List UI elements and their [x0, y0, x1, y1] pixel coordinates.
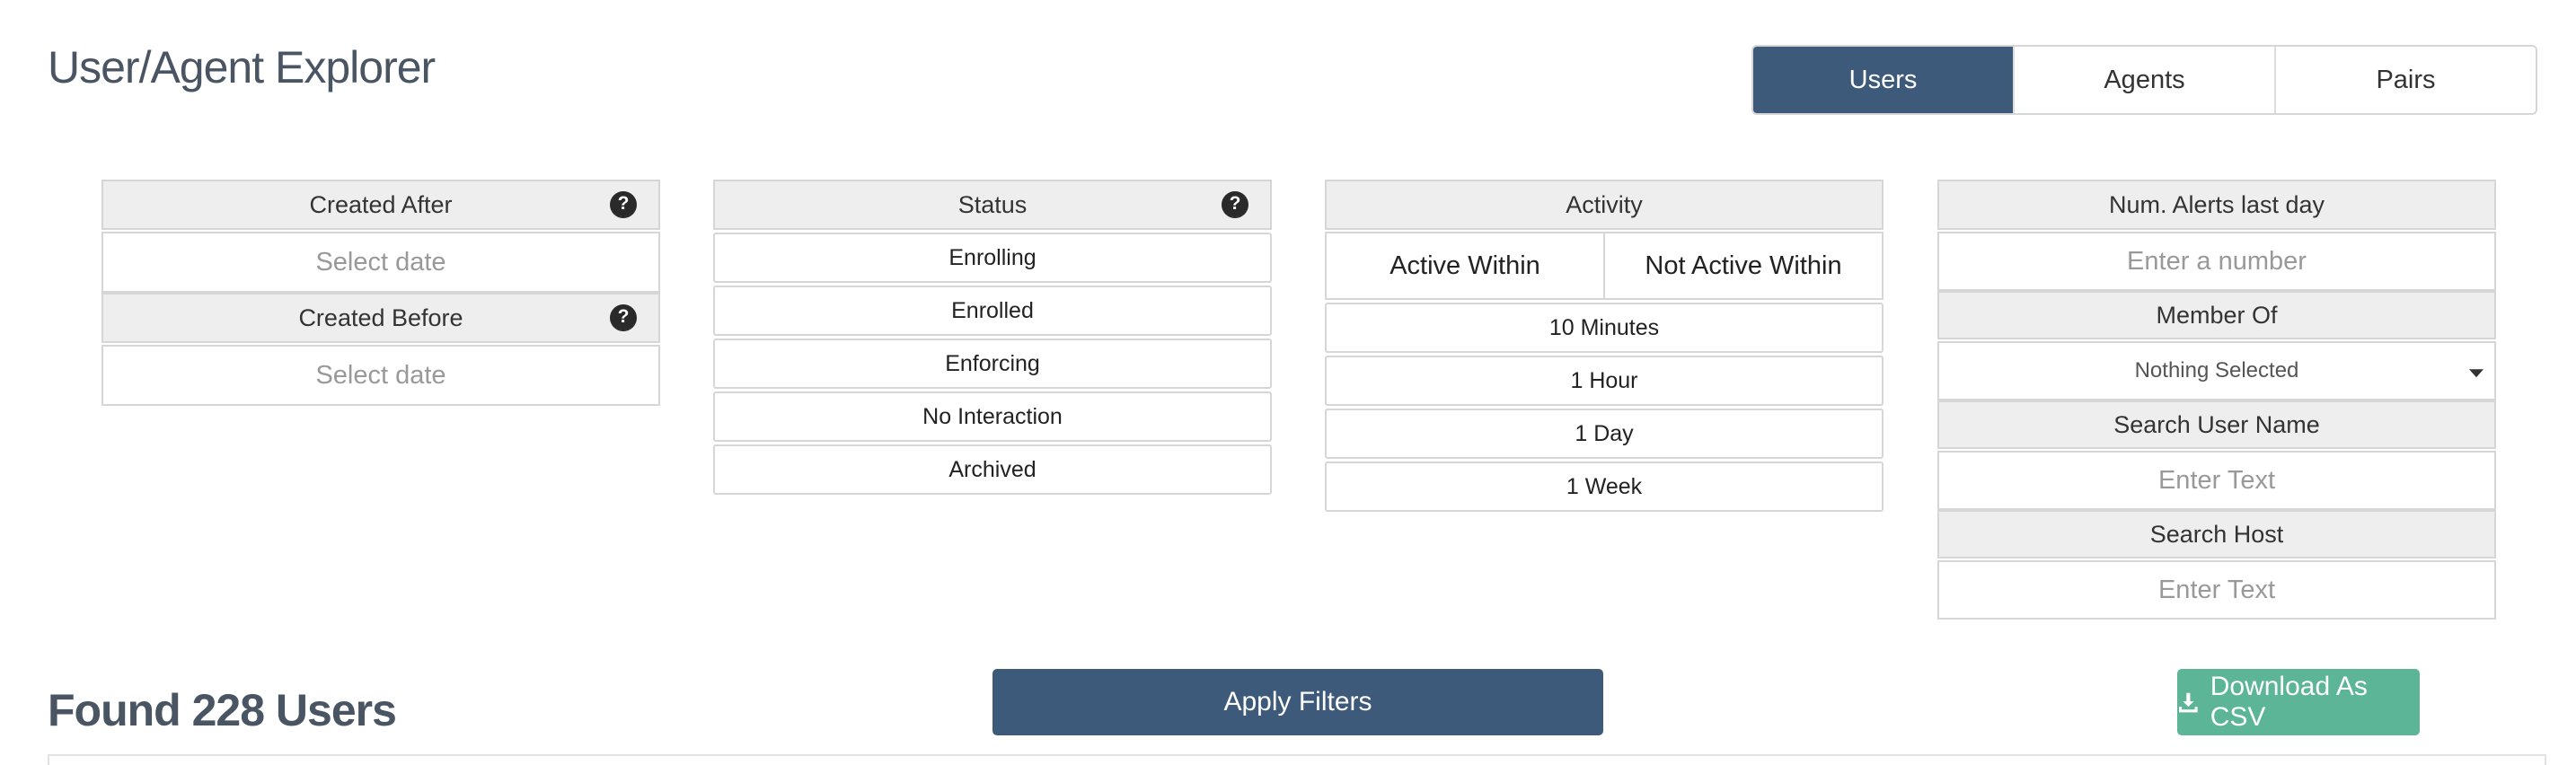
status-option-no-interaction[interactable]: No Interaction [713, 391, 1272, 442]
member-of-select[interactable]: Nothing Selected [1937, 341, 2496, 400]
download-csv-label: Download As CSV [2210, 672, 2368, 732]
member-of-header: Member Of [1937, 291, 2496, 339]
search-host-header: Search Host [1937, 510, 2496, 558]
activity-option-1-day[interactable]: 1 Day [1325, 409, 1883, 459]
view-tabs: Users Agents Pairs [1751, 45, 2537, 115]
results-count: Found 228 Users [48, 685, 397, 735]
num-alerts-input[interactable]: Enter a number [1937, 232, 2496, 291]
activity-header: Activity [1325, 180, 1883, 230]
activity-option-1-week[interactable]: 1 Week [1325, 462, 1883, 512]
search-user-header: Search User Name [1937, 400, 2496, 449]
status-option-enrolling[interactable]: Enrolling [713, 233, 1272, 283]
search-user-label: Search User Name [2113, 410, 2320, 438]
status-option-enforcing[interactable]: Enforcing [713, 339, 1272, 389]
activity-label: Activity [1566, 190, 1643, 218]
download-csv-button[interactable]: Download As CSV [2177, 669, 2420, 735]
activity-option-10-minutes[interactable]: 10 Minutes [1325, 303, 1883, 353]
tab-agents[interactable]: Agents [2015, 47, 2276, 113]
active-within-toggle[interactable]: Active Within [1327, 233, 1605, 298]
results-table [48, 754, 2546, 765]
search-host-label: Search Host [2149, 520, 2284, 548]
status-option-enrolled[interactable]: Enrolled [713, 286, 1272, 336]
num-alerts-label: Num. Alerts last day [2108, 190, 2325, 218]
created-before-input[interactable]: Select date [101, 345, 660, 406]
tab-users[interactable]: Users [1753, 47, 2015, 113]
page-title: User/Agent Explorer [48, 42, 436, 92]
apply-filters-button[interactable]: Apply Filters [992, 669, 1603, 735]
activity-option-1-hour[interactable]: 1 Hour [1325, 356, 1883, 406]
status-label: Status [957, 190, 1028, 218]
help-icon[interactable]: ? [610, 191, 637, 218]
status-header: Status ? [713, 180, 1272, 230]
search-user-input[interactable]: Enter Text [1937, 451, 2496, 510]
created-after-header: Created After ? [101, 180, 660, 230]
activity-filter-panel: Activity Active Within Not Active Within… [1325, 180, 1883, 512]
tab-pairs[interactable]: Pairs [2276, 47, 2536, 113]
download-icon [2179, 692, 2198, 713]
created-before-header: Created Before ? [101, 293, 660, 343]
help-icon[interactable]: ? [610, 304, 637, 331]
created-before-label: Created Before [298, 303, 463, 331]
created-after-input[interactable]: Select date [101, 232, 660, 293]
help-icon[interactable]: ? [1222, 191, 1248, 218]
date-filter-panel: Created After ? Select date Created Befo… [101, 180, 660, 406]
chevron-down-icon [2469, 369, 2483, 378]
search-filter-panel: Num. Alerts last day Enter a number Memb… [1937, 180, 2496, 620]
status-option-archived[interactable]: Archived [713, 444, 1272, 495]
member-of-label: Member Of [2156, 301, 2278, 329]
status-filter-panel: Status ? Enrolling Enrolled Enforcing No… [713, 180, 1272, 495]
activity-toggle: Active Within Not Active Within [1325, 232, 1883, 300]
member-of-selected-value: Nothing Selected [2134, 358, 2299, 382]
not-active-within-toggle[interactable]: Not Active Within [1605, 233, 1882, 298]
num-alerts-header: Num. Alerts last day [1937, 180, 2496, 230]
search-host-input[interactable]: Enter Text [1937, 560, 2496, 620]
created-after-label: Created After [309, 190, 453, 218]
